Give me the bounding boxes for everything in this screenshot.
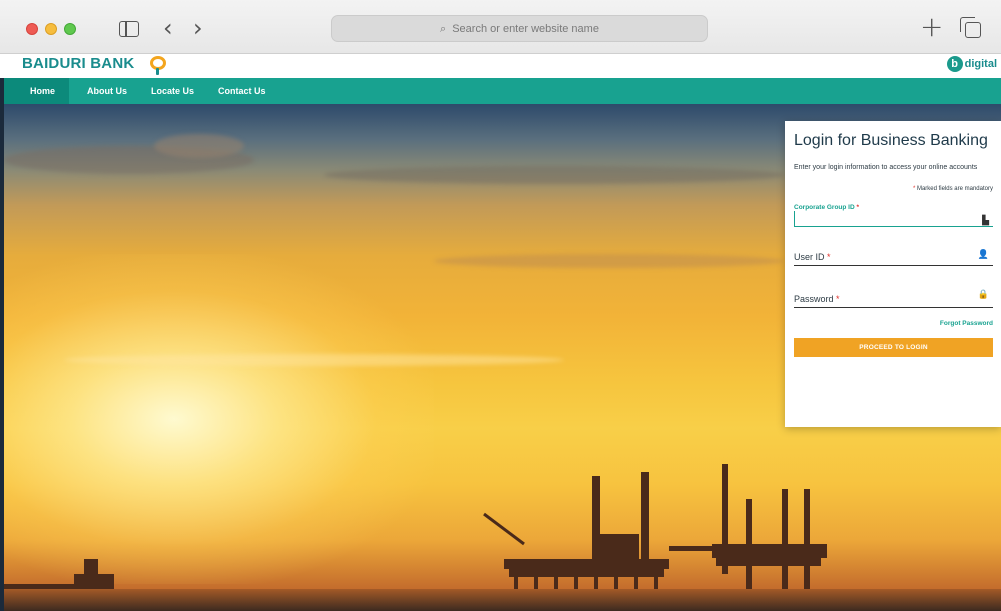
zoom-window-button[interactable] — [64, 23, 76, 35]
corporate-group-id-label: Corporate Group ID * — [794, 204, 860, 211]
address-bar[interactable]: ⌕ Search or enter website name — [331, 15, 708, 42]
mandatory-note: * Marked fields are mandatory — [912, 186, 993, 192]
browser-toolbar: ‹ › ⌕ Search or enter website name + — [0, 0, 1001, 54]
nav-item-locate-us[interactable]: Locate Us — [139, 78, 206, 104]
corporate-group-id-field: Corporate Group ID * ▙ — [794, 204, 993, 227]
sidebar-toggle-icon[interactable] — [119, 21, 139, 37]
sea — [4, 589, 1001, 611]
new-tab-icon[interactable]: + — [920, 12, 943, 42]
search-icon: ⌕ — [440, 21, 447, 35]
digital-logo-icon: b — [946, 56, 963, 72]
building-icon: ▙ — [982, 216, 989, 226]
login-panel: Login for Business Banking Enter your lo… — [785, 121, 1001, 427]
forgot-password-link[interactable]: Forgot Password — [794, 320, 993, 327]
user-id-field: User ID * 👤 — [794, 248, 993, 266]
user-icon: 👤 — [977, 250, 989, 260]
password-field: Password * 🔒 — [794, 289, 993, 308]
password-input[interactable] — [794, 292, 993, 308]
brand-logo-text[interactable]: BAIDURI BANK — [22, 55, 134, 72]
address-placeholder: Search or enter website name — [452, 22, 599, 35]
back-icon[interactable]: ‹ — [163, 14, 173, 42]
site-header: BAIDURI BANK b digital — [0, 54, 1001, 78]
tab-overview-icon[interactable] — [960, 17, 981, 38]
minimize-window-button[interactable] — [45, 23, 57, 35]
forward-icon[interactable]: › — [193, 14, 203, 42]
main-nav: Home About Us Locate Us Contact Us — [4, 78, 1001, 104]
nav-item-contact-us[interactable]: Contact Us — [206, 78, 278, 104]
corporate-group-id-input[interactable] — [794, 211, 993, 227]
brand-logo-icon — [150, 56, 166, 75]
digital-logo-text: digital — [964, 58, 997, 70]
login-subtitle: Enter your login information to access y… — [794, 164, 978, 171]
close-window-button[interactable] — [26, 23, 38, 35]
nav-item-home[interactable]: Home — [4, 78, 70, 104]
nav-item-about-us[interactable]: About Us — [75, 78, 139, 104]
digital-logo: b digital — [946, 56, 997, 72]
login-title: Login for Business Banking — [794, 132, 988, 149]
proceed-to-login-button[interactable]: PROCEED TO LOGIN — [794, 338, 993, 357]
lock-icon: 🔒 — [977, 290, 989, 300]
user-id-input[interactable] — [794, 250, 993, 266]
